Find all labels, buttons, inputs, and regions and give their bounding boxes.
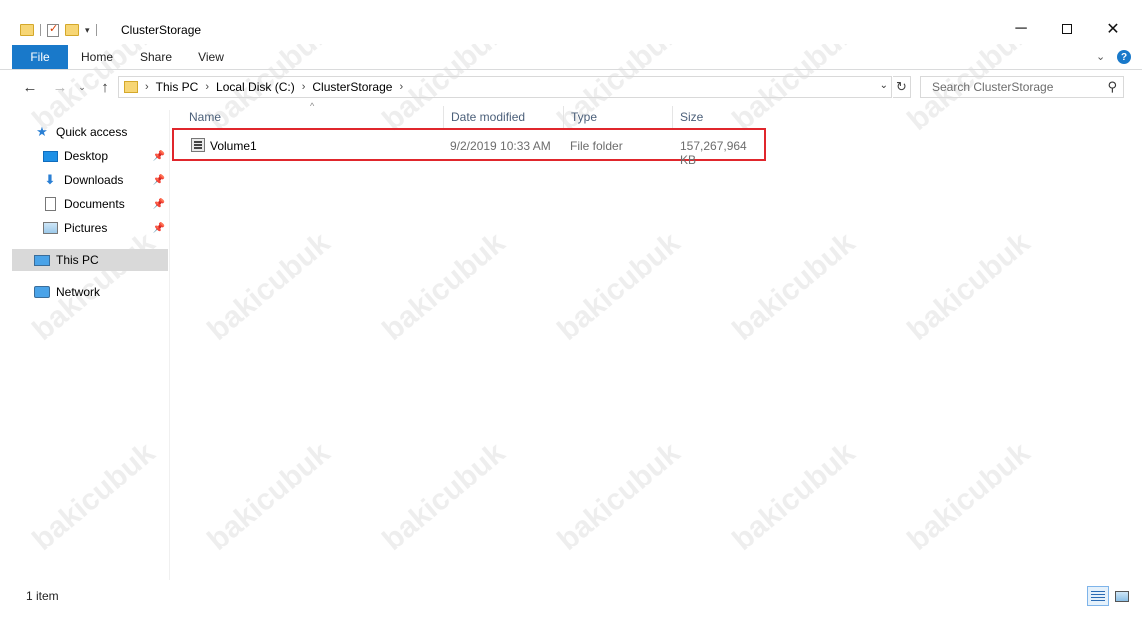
search-input[interactable] <box>930 79 1100 95</box>
watermark-text: bakicubuk <box>376 436 512 557</box>
maximize-button[interactable] <box>1044 14 1090 44</box>
toolbar-divider <box>40 24 41 36</box>
ribbon-tabs: File Home Share View ⌄ ? <box>0 45 1142 70</box>
quick-access-toolbar: ▾ <box>20 20 97 40</box>
tab-home[interactable]: Home <box>72 45 122 69</box>
customize-toolbar-dropdown-icon[interactable]: ▾ <box>85 25 90 36</box>
breadcrumb-separator-icon[interactable]: › <box>145 81 149 93</box>
properties-icon[interactable] <box>47 22 59 37</box>
recent-locations-dropdown-icon[interactable]: ⌄ <box>76 77 88 97</box>
column-headers: ^ Name Date modified Type Size <box>182 101 766 128</box>
pin-icon[interactable]: 📌 <box>153 223 165 234</box>
desktop-icon <box>42 149 58 163</box>
volume-mount-icon <box>191 138 205 152</box>
sidebar-item-pictures[interactable]: Pictures 📌 <box>42 217 168 239</box>
status-bar: 1 item <box>0 584 1142 610</box>
breadcrumb-local-disk[interactable]: Local Disk (C:) <box>216 80 295 94</box>
minimize-button[interactable]: ─ <box>998 14 1044 44</box>
column-header-date-modified[interactable]: Date modified <box>444 106 564 128</box>
file-type: File folder <box>570 139 623 153</box>
back-button[interactable]: ← <box>20 77 40 97</box>
sidebar-item-label: Pictures <box>64 221 108 235</box>
star-icon: ★ <box>36 124 48 139</box>
watermark-text: bakicubuk <box>726 226 862 347</box>
details-view-icon <box>1091 590 1105 602</box>
breadcrumb-separator-icon[interactable]: › <box>399 81 403 93</box>
pictures-icon <box>42 221 58 235</box>
breadcrumb-clusterstorage[interactable]: ClusterStorage <box>312 80 392 94</box>
download-icon: ⬇ <box>44 172 56 187</box>
minimize-icon: ─ <box>1015 20 1027 37</box>
maximize-icon <box>1062 24 1072 34</box>
search-icon[interactable]: ⚲ <box>1107 79 1117 95</box>
sidebar-item-label: Desktop <box>64 149 109 163</box>
navigation-pane: ★ Quick access Desktop 📌 ⬇ Downloads 📌 D… <box>0 110 170 580</box>
pin-icon[interactable]: 📌 <box>153 151 165 162</box>
breadcrumb-this-pc[interactable]: This PC <box>156 80 199 94</box>
tab-file[interactable]: File <box>12 45 68 69</box>
tab-view[interactable]: View <box>188 45 234 69</box>
watermark-text: bakicubuk <box>901 226 1037 347</box>
watermark-text: bakicubuk <box>901 436 1037 557</box>
search-box[interactable]: ⚲ <box>920 76 1124 98</box>
sidebar-item-label: Downloads <box>64 173 124 187</box>
folder-icon <box>124 81 138 93</box>
watermark-text: bakicubuk <box>201 436 337 557</box>
watermark-text: bakicubuk <box>376 226 512 347</box>
address-dropdown-icon[interactable]: ⌄ <box>880 80 888 91</box>
watermark-text: bakicubuk <box>726 436 862 557</box>
close-icon: ✕ <box>1106 21 1120 38</box>
sidebar-item-desktop[interactable]: Desktop 📌 <box>42 145 168 167</box>
file-name: Volume1 <box>210 139 257 153</box>
sidebar-item-network[interactable]: Network <box>34 281 168 303</box>
watermark-text: bakicubuk <box>201 226 337 347</box>
column-header-type[interactable]: Type <box>564 106 673 128</box>
address-row: ← → ⌄ ↑ › This PC › Local Disk (C:) › Cl… <box>0 74 1142 100</box>
watermark-text: bakicubuk <box>551 436 687 557</box>
large-icons-view-icon <box>1115 590 1129 602</box>
file-size: 157,267,964 KB <box>680 139 747 167</box>
window-title: ClusterStorage <box>121 23 202 37</box>
sidebar-item-downloads[interactable]: ⬇ Downloads 📌 <box>42 169 168 191</box>
expand-ribbon-icon[interactable]: ⌄ <box>1096 50 1105 63</box>
sidebar-item-label: Quick access <box>56 125 128 139</box>
documents-icon <box>42 197 58 211</box>
refresh-button[interactable]: ↻ <box>893 76 911 98</box>
large-icons-view-button[interactable] <box>1111 586 1133 606</box>
column-header-name[interactable]: Name <box>182 106 444 128</box>
sidebar-item-label: Network <box>56 285 101 299</box>
tab-share[interactable]: Share <box>130 45 182 69</box>
pin-icon[interactable]: 📌 <box>153 199 165 210</box>
file-date-modified: 9/2/2019 10:33 AM <box>450 139 551 153</box>
sidebar-item-documents[interactable]: Documents 📌 <box>42 193 168 215</box>
sidebar-item-quick-access[interactable]: ★ Quick access <box>34 121 168 143</box>
sidebar-item-label: Documents <box>64 197 125 211</box>
breadcrumb-separator-icon[interactable]: › <box>302 81 306 93</box>
sidebar-item-label: This PC <box>56 253 99 267</box>
folder-icon[interactable] <box>20 24 34 36</box>
address-bar[interactable]: › This PC › Local Disk (C:) › ClusterSto… <box>118 76 892 98</box>
file-row-volume1[interactable]: Volume1 9/2/2019 10:33 AM File folder 15… <box>172 128 766 167</box>
title-bar: ▾ ClusterStorage ─ ✕ <box>0 0 1142 44</box>
computer-icon <box>34 253 50 267</box>
watermark-text: bakicubuk <box>551 226 687 347</box>
close-button[interactable]: ✕ <box>1090 14 1136 44</box>
column-header-size[interactable]: Size <box>673 106 766 128</box>
pin-icon[interactable]: 📌 <box>153 175 165 186</box>
new-folder-icon[interactable] <box>65 24 79 36</box>
network-icon <box>34 285 50 299</box>
forward-button[interactable]: → <box>50 77 70 97</box>
up-button[interactable]: ↑ <box>95 77 115 97</box>
details-view-button[interactable] <box>1087 586 1109 606</box>
help-icon[interactable]: ? <box>1117 50 1131 64</box>
item-count: 1 item <box>26 589 59 603</box>
toolbar-divider <box>95 24 97 36</box>
sidebar-item-this-pc[interactable]: This PC <box>12 249 168 271</box>
breadcrumb-separator-icon[interactable]: › <box>205 81 209 93</box>
